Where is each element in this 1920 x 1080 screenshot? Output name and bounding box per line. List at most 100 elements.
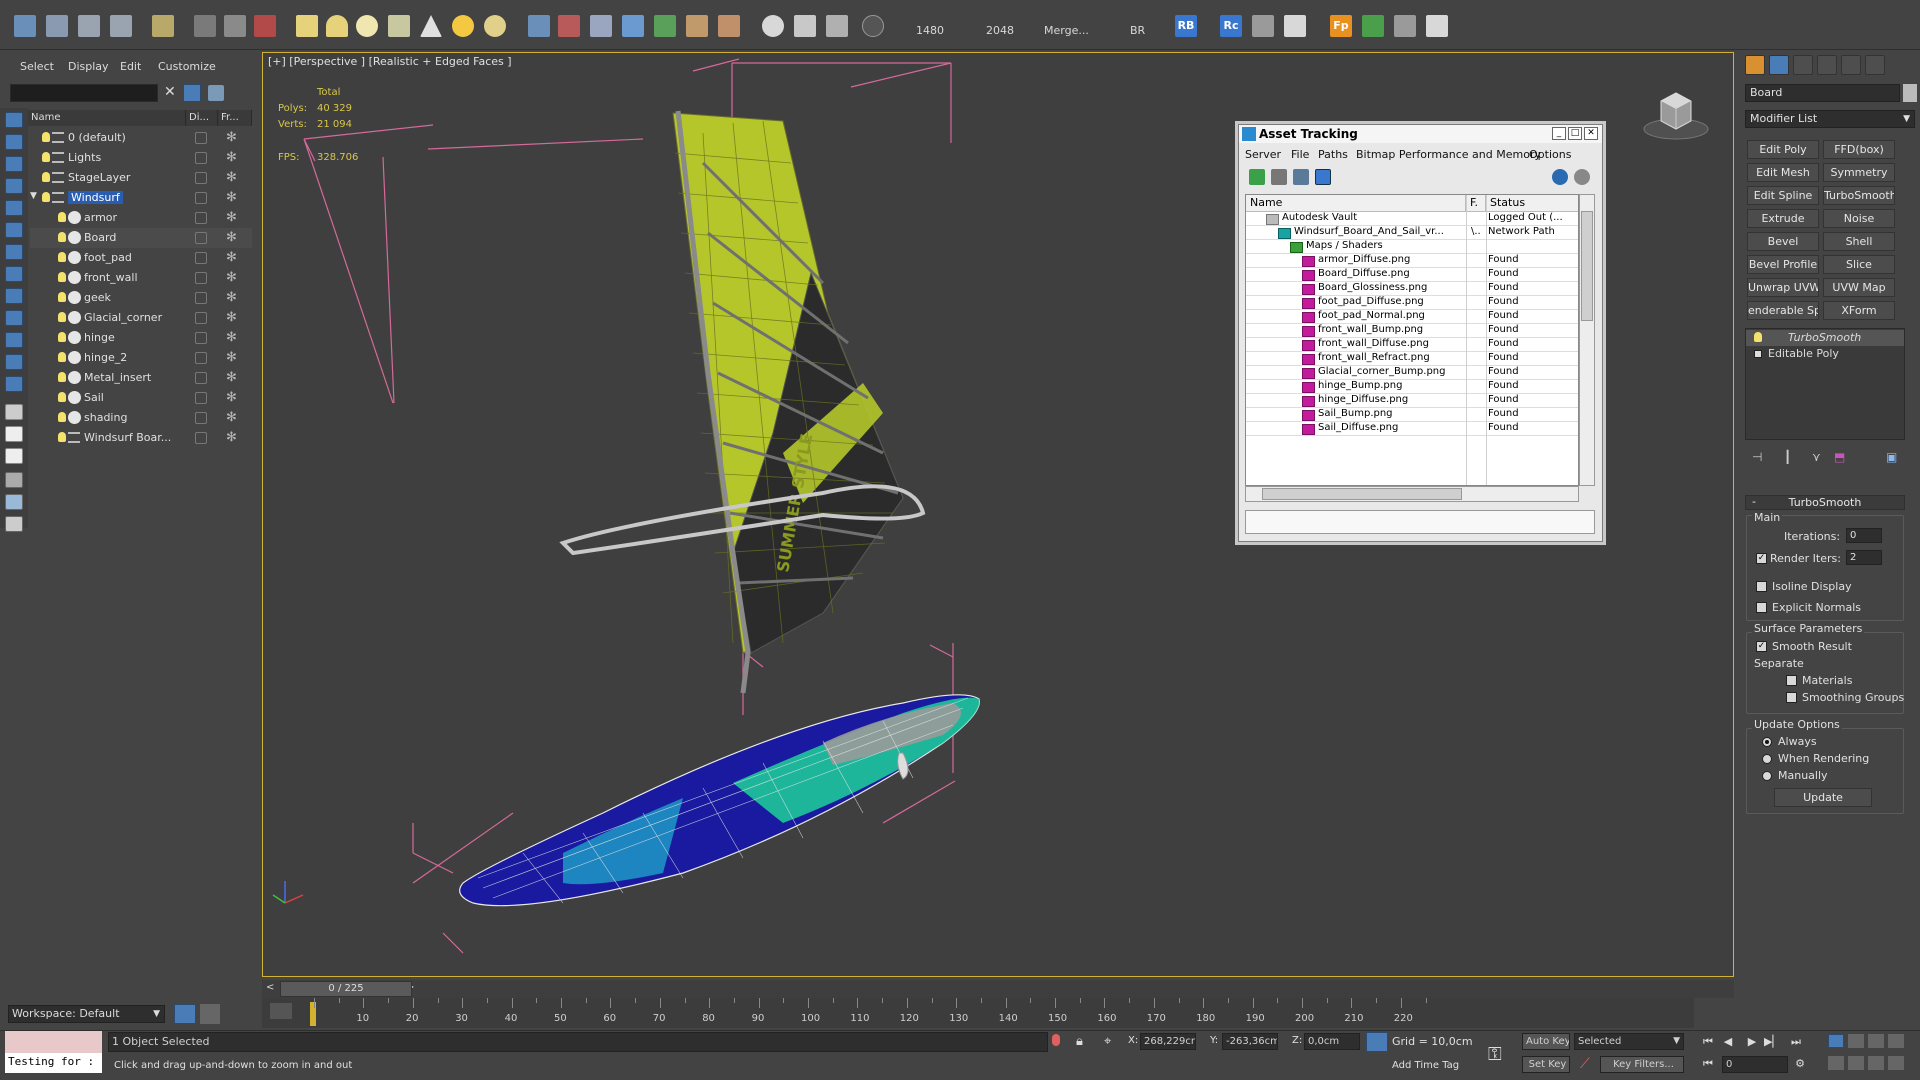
- tree-item-stagelayer[interactable]: StageLayer ✻: [30, 168, 252, 188]
- layer-toggle-icon[interactable]: [208, 85, 224, 101]
- light-bulb-icon[interactable]: [58, 232, 66, 242]
- maxscript-input[interactable]: Testing for :: [5, 1053, 102, 1073]
- cloth-icon[interactable]: [718, 15, 740, 37]
- scrollbar-thumb[interactable]: [1581, 211, 1593, 321]
- expand-icon[interactable]: [1754, 350, 1762, 358]
- time-slider-prev-icon[interactable]: <: [266, 982, 274, 993]
- asset-path-field[interactable]: [1245, 510, 1595, 534]
- next-frame-icon[interactable]: ▶▏: [1764, 1035, 1781, 1049]
- tools-icon[interactable]: [1252, 15, 1274, 37]
- zoom-icon[interactable]: [1828, 1034, 1844, 1048]
- set-key-button[interactable]: Set Key: [1522, 1056, 1570, 1073]
- filter-funnel-icon[interactable]: [5, 472, 23, 488]
- modifier-button-edit-poly[interactable]: Edit Poly: [1747, 140, 1819, 159]
- filter-icon[interactable]: [183, 84, 201, 102]
- zoom-extents-icon[interactable]: [1868, 1034, 1884, 1048]
- render-setup-icon[interactable]: [46, 15, 68, 37]
- maximize-viewport-icon[interactable]: [1888, 1056, 1904, 1070]
- manually-radio[interactable]: [1762, 771, 1772, 781]
- add-time-tag-button[interactable]: Add Time Tag: [1392, 1060, 1459, 1071]
- teapot-icon[interactable]: [388, 15, 410, 37]
- freeze-toggle-icon[interactable]: ✻: [226, 230, 237, 245]
- light-bulb-icon[interactable]: [42, 152, 50, 162]
- close-icon[interactable]: ✕: [164, 84, 176, 100]
- asset-row[interactable]: Board_Diffuse.png Found: [1246, 268, 1578, 282]
- modifier-button-symmetry[interactable]: Symmetry: [1823, 163, 1895, 182]
- modifier-button-uvw-map[interactable]: UVW Map: [1823, 278, 1895, 297]
- freeze-toggle-icon[interactable]: ✻: [226, 410, 237, 425]
- asset-row[interactable]: Sail_Bump.png Found: [1246, 408, 1578, 422]
- viewcube[interactable]: [1643, 87, 1709, 143]
- asset-column-status[interactable]: Status: [1486, 195, 1578, 212]
- display-shapes-icon[interactable]: [5, 156, 23, 172]
- freeze-toggle-icon[interactable]: ✻: [226, 150, 237, 165]
- hair-icon[interactable]: [686, 15, 708, 37]
- rb-button[interactable]: RB: [1175, 15, 1197, 37]
- light-bulb-icon[interactable]: [42, 172, 50, 182]
- when-rendering-radio[interactable]: [1762, 754, 1772, 764]
- mini-curve-editor-icon[interactable]: [270, 1003, 292, 1019]
- render-toggle-icon[interactable]: [195, 172, 207, 184]
- turbosmooth-rollout-title[interactable]: TurboSmooth -: [1745, 495, 1905, 510]
- freeze-toggle-icon[interactable]: ✻: [226, 270, 237, 285]
- hierarchy-icon[interactable]: [200, 1004, 220, 1024]
- resolution-width-field[interactable]: 1480: [916, 24, 944, 37]
- orbit-icon[interactable]: [1868, 1056, 1884, 1070]
- field-of-view-icon[interactable]: [1828, 1056, 1844, 1070]
- sync-selection-icon[interactable]: [5, 494, 23, 510]
- fp-button[interactable]: Fp: [1330, 15, 1352, 37]
- biped-icon[interactable]: [590, 15, 612, 37]
- auto-key-button[interactable]: Auto Key: [1522, 1033, 1570, 1050]
- modifier-button-bevel-profile[interactable]: Bevel Profile: [1747, 255, 1819, 274]
- tree-icon[interactable]: [1362, 15, 1384, 37]
- asset-column-flag[interactable]: F.: [1466, 195, 1486, 212]
- maxscript-listener-mini[interactable]: [5, 1031, 102, 1053]
- smoothing-groups-checkbox[interactable]: [1786, 692, 1797, 703]
- display-groups-icon[interactable]: [5, 266, 23, 282]
- tree-item-lights[interactable]: Lights ✻: [30, 148, 252, 168]
- expand-toggle-icon[interactable]: ▼: [30, 191, 37, 201]
- refresh-icon[interactable]: [1249, 169, 1265, 185]
- workspace-dropdown[interactable]: Workspace: Default ▼: [8, 1005, 165, 1023]
- snowflake-icon[interactable]: [622, 15, 644, 37]
- merge-button[interactable]: Merge...: [1044, 24, 1089, 37]
- list-icon[interactable]: [5, 516, 23, 532]
- tree-item-shading[interactable]: shading ✻: [30, 408, 252, 428]
- render-toggle-icon[interactable]: [195, 332, 207, 344]
- key-mode-toggle-icon[interactable]: ⏮: [1700, 1057, 1716, 1071]
- asset-row[interactable]: front_wall_Diffuse.png Found: [1246, 338, 1578, 352]
- asset-row[interactable]: Glacial_corner_Bump.png Found: [1246, 366, 1578, 380]
- time-slider-track[interactable]: < >: [262, 980, 1734, 998]
- sphere-icon[interactable]: [356, 15, 378, 37]
- tree-item-hinge[interactable]: hinge ✻: [30, 328, 252, 348]
- asset-row[interactable]: Maps / Shaders: [1246, 240, 1578, 254]
- render-iters-spinner[interactable]: 2: [1846, 550, 1882, 565]
- modifier-button-edit-mesh[interactable]: Edit Mesh: [1747, 163, 1819, 182]
- iterations-spinner[interactable]: 0: [1846, 528, 1882, 543]
- light-bulb-icon[interactable]: [58, 252, 66, 262]
- create-tab-icon[interactable]: [1745, 55, 1765, 75]
- modifier-button-turbosmooth[interactable]: TurboSmooth: [1823, 186, 1895, 205]
- time-slider-thumb[interactable]: 0 / 225: [280, 981, 412, 997]
- current-frame-marker[interactable]: [310, 1002, 316, 1026]
- update-button[interactable]: Update: [1774, 788, 1872, 807]
- light-bulb-icon[interactable]: [58, 392, 66, 402]
- help-icon[interactable]: [1552, 169, 1568, 185]
- modifier-button-bevel[interactable]: Bevel: [1747, 232, 1819, 251]
- asset-row[interactable]: foot_pad_Diffuse.png Found: [1246, 296, 1578, 310]
- light-bulb-icon[interactable]: [58, 212, 66, 222]
- asset-row[interactable]: foot_pad_Normal.png Found: [1246, 310, 1578, 324]
- asset-row[interactable]: front_wall_Bump.png Found: [1246, 324, 1578, 338]
- render-toggle-icon[interactable]: [195, 192, 207, 204]
- sun-light-icon[interactable]: [452, 15, 474, 37]
- spreadsheet-2-icon[interactable]: [1426, 15, 1448, 37]
- render-toggle-icon[interactable]: [195, 352, 207, 364]
- particle-icon[interactable]: [528, 15, 550, 37]
- column-header-freeze[interactable]: Fr...: [218, 110, 252, 126]
- explorer-menu-display[interactable]: Display: [68, 60, 109, 73]
- asset-row[interactable]: hinge_Bump.png Found: [1246, 380, 1578, 394]
- light-bulb-icon[interactable]: [58, 372, 66, 382]
- always-radio[interactable]: [1762, 737, 1772, 747]
- freeze-toggle-icon[interactable]: ✻: [226, 350, 237, 365]
- display-children-icon[interactable]: [5, 404, 23, 420]
